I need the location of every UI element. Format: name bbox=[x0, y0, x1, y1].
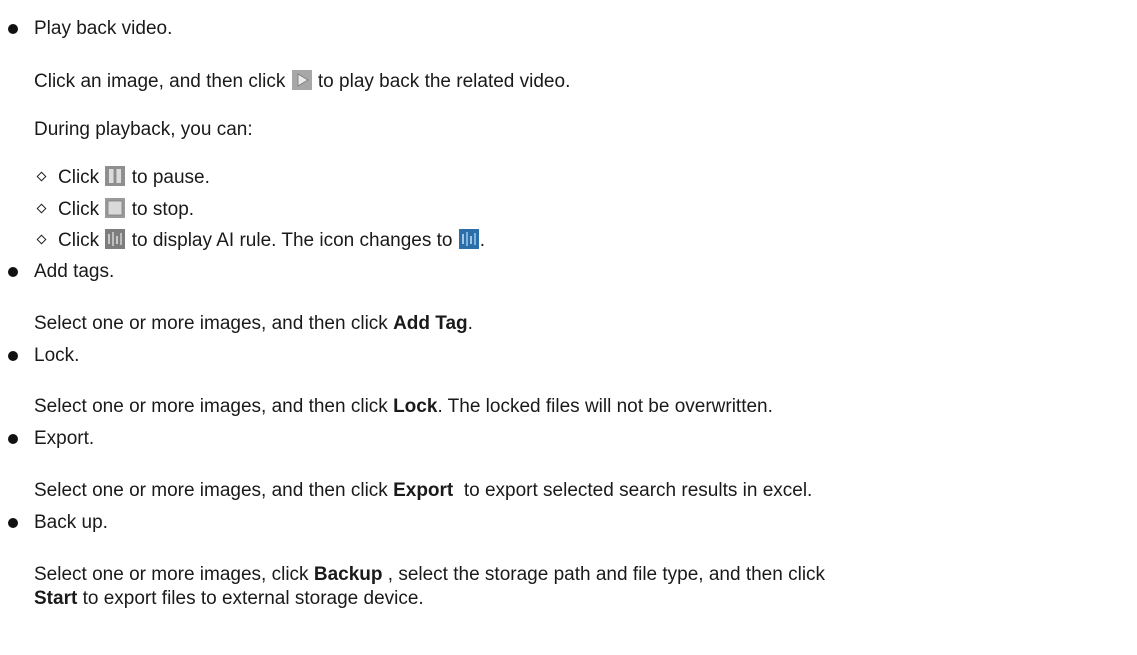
paragraph-text: Click an image, and then click to play b… bbox=[34, 70, 571, 92]
bullet-dot bbox=[8, 24, 18, 34]
pause-icon bbox=[105, 166, 126, 186]
paragraph-text: Start to export files to external storag… bbox=[34, 588, 424, 609]
item-heading: Play back video. bbox=[34, 18, 173, 39]
play-icon bbox=[291, 70, 312, 90]
sub-item-text: Click to display AI rule. The icon chang… bbox=[58, 229, 486, 251]
bullet-dot bbox=[8, 351, 18, 361]
ai-rule-off-icon bbox=[105, 229, 126, 249]
paragraph-text: During playback, you can: bbox=[34, 119, 253, 140]
add-tag-label: Add Tag bbox=[393, 313, 468, 334]
item-heading: Lock. bbox=[34, 345, 80, 366]
item-heading: Add tags. bbox=[34, 261, 115, 282]
bullet-dot bbox=[8, 267, 18, 277]
ai-rule-on-icon bbox=[458, 229, 479, 249]
paragraph-text: Select one or more images, and then clic… bbox=[34, 480, 813, 501]
diamond-bullet-icon bbox=[36, 203, 47, 214]
sub-item-text: Click to pause. bbox=[58, 166, 210, 188]
export-label: Export bbox=[393, 480, 454, 501]
diamond-bullet-icon bbox=[36, 234, 47, 245]
bullet-dot bbox=[8, 434, 18, 444]
start-label: Start bbox=[34, 588, 78, 609]
diamond-bullet-icon bbox=[36, 171, 47, 182]
stop-icon bbox=[105, 198, 126, 218]
paragraph-text: Select one or more images, and then clic… bbox=[34, 396, 773, 417]
item-heading: Back up. bbox=[34, 512, 108, 533]
item-heading: Export. bbox=[34, 428, 95, 449]
lock-label: Lock bbox=[393, 396, 438, 417]
bullet-dot bbox=[8, 518, 18, 528]
backup-label: Backup bbox=[313, 564, 383, 585]
paragraph-text: Select one or more images, and then clic… bbox=[34, 313, 473, 334]
sub-item-text: Click to stop. bbox=[58, 198, 195, 220]
